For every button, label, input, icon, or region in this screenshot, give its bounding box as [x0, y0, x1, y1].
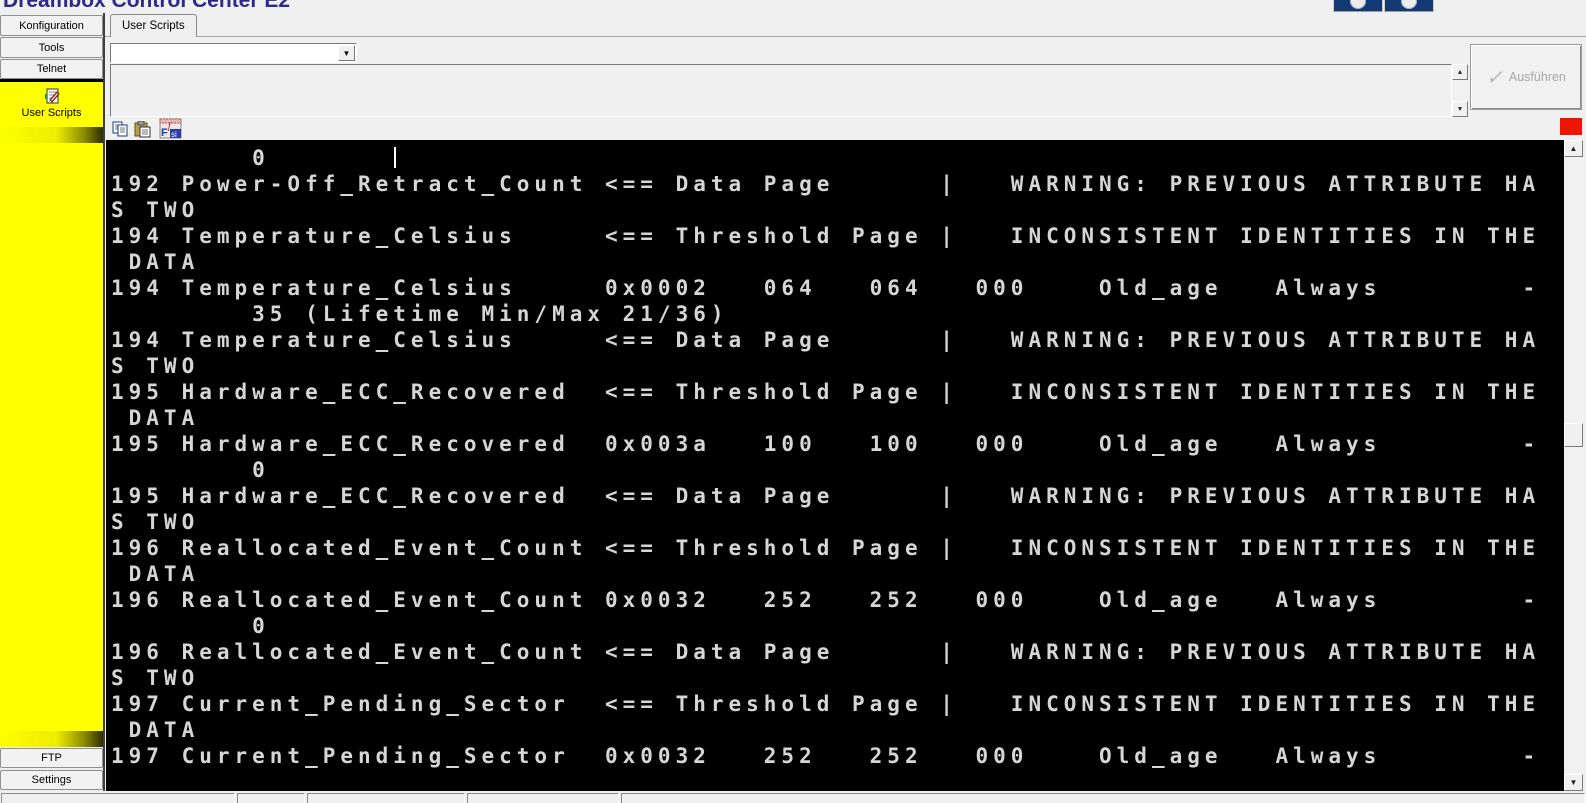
terminal-line: 35 (Lifetime Min/Max 21/36): [111, 302, 729, 326]
panel-divider: [103, 13, 105, 791]
chevron-down-icon[interactable]: ▼: [338, 45, 355, 61]
description-scrollbar[interactable]: ▲ ▼: [1452, 64, 1468, 117]
status-panel: [467, 793, 619, 803]
terminal-line: DATA: [111, 406, 200, 430]
terminal-line: 192 Power-Off_Retract_Count <== Data Pag…: [111, 172, 1541, 196]
sidebar-item-settings[interactable]: Settings: [0, 770, 103, 790]
sidebar-item-user-scripts[interactable]: User Scripts: [0, 82, 103, 747]
terminal-line: S TWO: [111, 354, 200, 378]
globe-button-1[interactable]: [1333, 0, 1383, 12]
terminal-line: 197 Current_Pending_Sector <== Threshold…: [111, 692, 1541, 716]
globe-button-2[interactable]: [1384, 0, 1434, 12]
status-panel: [621, 793, 1585, 803]
ausfuehren-label: Ausführen: [1508, 70, 1566, 84]
svg-text:F: F: [161, 127, 168, 139]
status-panel: [1, 793, 235, 803]
sidebar-item-label: Settings: [31, 774, 72, 786]
script-description-panel: [110, 64, 1452, 117]
sidebar-item-ftp[interactable]: FTP: [0, 748, 103, 768]
terminal-line: DATA: [111, 250, 200, 274]
sidebar-item-label: Konfiguration: [19, 19, 84, 32]
status-panel: [307, 793, 465, 803]
sidebar-item-label: Tools: [38, 41, 65, 54]
down-glyph: ▼: [1456, 105, 1464, 113]
terminal-line: 194 Temperature_Celsius <== Data Page | …: [111, 328, 1541, 352]
tab-row-line: [105, 36, 1586, 37]
terminal-line: 195 Hardware_ECC_Recovered 0x003a 100 10…: [111, 432, 1541, 456]
terminal-line: 197 Current_Pending_Sector 0x0032 252 25…: [111, 744, 1541, 768]
terminal-line: 196 Reallocated_Event_Count <== Threshol…: [111, 536, 1541, 560]
script-combobox[interactable]: ▼: [110, 43, 357, 63]
terminal-line: S TWO: [111, 198, 200, 222]
scrollbar-thumb[interactable]: [1564, 423, 1583, 447]
red-status-marker: [1560, 118, 1582, 135]
terminal-line: 0: [111, 458, 270, 482]
script-combobox-input[interactable]: [112, 45, 337, 61]
terminal-line: 195 Hardware_ECC_Recovered <== Threshold…: [111, 380, 1541, 404]
sidebar-item-tools[interactable]: Tools: [0, 37, 103, 58]
window-title-clip: Dreambox Control Center E2: [3, 0, 423, 13]
svg-text:si: si: [171, 130, 177, 139]
scroll-up-icon[interactable]: ▲: [1452, 64, 1468, 80]
check-icon: ✓: [1486, 66, 1503, 89]
scroll-up-icon[interactable]: ▲: [1564, 140, 1583, 157]
terminal-output[interactable]: 0 192 Power-Off_Retract_Count <== Data Pa…: [106, 140, 1564, 791]
terminal-line: 196 Reallocated_Event_Count <== Data Pag…: [111, 640, 1541, 664]
terminal-line: 195 Hardware_ECC_Recovered <== Data Page…: [111, 484, 1541, 508]
terminal-line: 194 Temperature_Celsius <== Threshold Pa…: [111, 224, 1541, 248]
up-glyph: ▲: [1569, 144, 1578, 153]
sidebar-gradient-strip: [0, 731, 103, 747]
sidebar-item-label: User Scripts: [21, 107, 82, 119]
globe-icon: [1350, 0, 1366, 9]
sidebar-item-label: FTP: [41, 752, 62, 764]
status-bar: [0, 792, 1586, 803]
scroll-down-icon[interactable]: ▼: [1452, 101, 1468, 117]
terminal-line: S TWO: [111, 510, 200, 534]
terminal-line: S TWO: [111, 666, 200, 690]
up-glyph: ▲: [1456, 68, 1464, 76]
scroll-down-icon[interactable]: ▼: [1564, 774, 1583, 791]
status-panel: [237, 793, 305, 803]
tab-user-scripts[interactable]: User Scripts: [110, 14, 197, 37]
terminal-line: 194 Temperature_Celsius 0x0002 064 064 0…: [111, 276, 1541, 300]
sidebar-item-konfiguration[interactable]: Konfiguration: [0, 15, 103, 36]
globe-icon: [1401, 0, 1417, 9]
sidebar-gradient-strip: [0, 127, 103, 143]
terminal-line: DATA: [111, 562, 200, 586]
ausfuehren-button[interactable]: ✓ Ausführen: [1470, 44, 1582, 110]
dcc-window: Dreambox Control Center E2 Konfiguration…: [0, 0, 1586, 803]
window-title: Dreambox Control Center E2: [3, 0, 291, 12]
sidebar-item-telnet[interactable]: Telnet: [0, 59, 103, 79]
tab-label: User Scripts: [122, 20, 185, 32]
dropdown-glyph: ▼: [342, 48, 351, 58]
terminal-scrollbar[interactable]: ▲ ▼: [1564, 140, 1583, 791]
down-glyph: ▼: [1569, 778, 1578, 787]
sidebar-item-label: Telnet: [36, 63, 67, 75]
terminal-caret: [394, 147, 396, 168]
terminal-line: 196 Reallocated_Event_Count 0x0032 252 2…: [111, 588, 1541, 612]
terminal-line: DATA: [111, 718, 200, 742]
terminal-line: 0: [111, 614, 270, 638]
terminal-line: 0: [111, 146, 270, 170]
